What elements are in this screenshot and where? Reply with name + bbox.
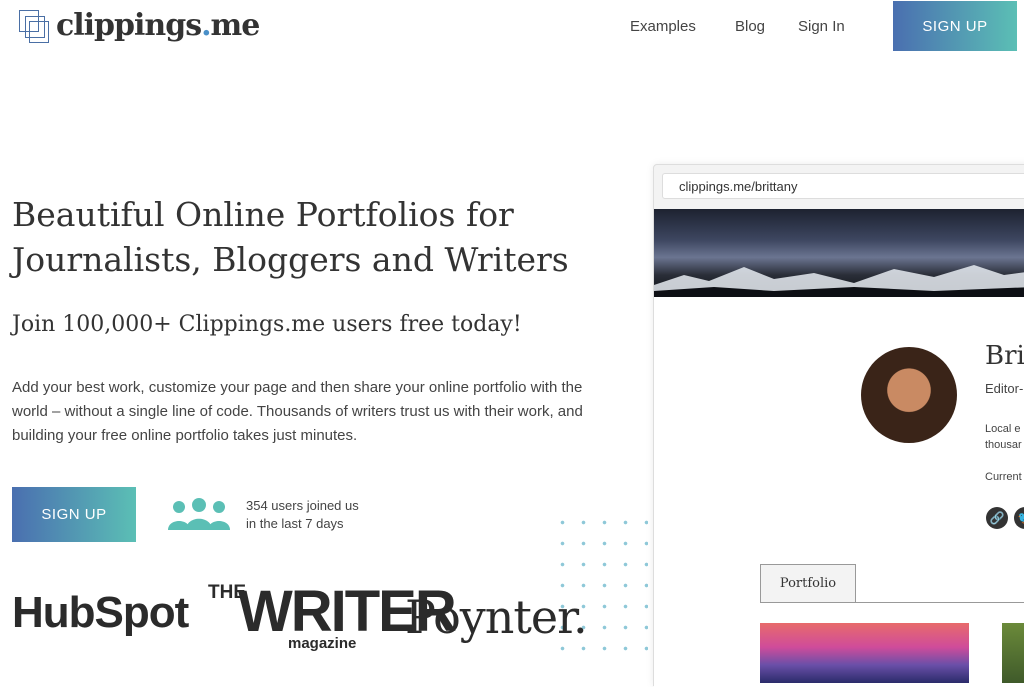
hero-sign-up-button[interactable]: SIGN UP — [12, 487, 136, 542]
portfolio-thumbnail[interactable] — [1002, 623, 1024, 683]
preview-banner-image — [654, 209, 1024, 297]
headline-line-2: Journalists, Bloggers and Writers — [12, 240, 569, 279]
profile-bio-line-2: thousar — [985, 439, 1022, 451]
portfolio-preview-window: clippings.me/brittany Brit Editor- Local… — [653, 164, 1024, 687]
profile-role: Editor- — [985, 381, 1024, 396]
nav-sign-in-link[interactable]: Sign In — [798, 18, 845, 35]
mountain-silhouette — [654, 265, 1024, 297]
header-sign-up-button[interactable]: SIGN UP — [893, 1, 1017, 51]
profile-current: Current — [985, 471, 1022, 483]
portfolio-thumbnail[interactable] — [760, 623, 969, 683]
tab-divider — [760, 602, 1024, 603]
hero-headline: Beautiful Online Portfolios for Journali… — [12, 192, 572, 282]
hero-description: Add your best work, customize your page … — [12, 379, 583, 444]
nav-blog-link[interactable]: Blog — [735, 18, 765, 35]
logo-mark-icon — [18, 9, 49, 43]
users-joined-line-2: in the last 7 days — [246, 516, 344, 531]
twitter-icon[interactable]: 🐦 — [1014, 507, 1024, 529]
link-icon[interactable]: 🔗 — [986, 507, 1008, 529]
profile-avatar — [861, 347, 957, 443]
logo-text: clippings.me — [56, 8, 260, 43]
preview-url-bar: clippings.me/brittany — [662, 173, 1024, 199]
nav-examples-link[interactable]: Examples — [630, 18, 696, 35]
tab-portfolio[interactable]: Portfolio — [760, 564, 856, 602]
profile-social-links: 🔗 🐦 — [986, 507, 1024, 529]
writer-logo-magazine: magazine — [288, 635, 357, 652]
profile-bio-line-1: Local e — [985, 423, 1021, 435]
headline-line-1: Beautiful Online Portfolios for — [12, 195, 514, 234]
profile-name: Brit — [985, 341, 1024, 371]
users-joined-line-1: 354 users joined us — [246, 498, 359, 513]
hero-subhead: Join 100,000+ Clippings.me users free to… — [12, 312, 522, 337]
the-writer-magazine-logo: THE WRITER magazine — [208, 579, 457, 652]
logo[interactable]: clippings.me — [18, 8, 260, 43]
users-joined-text: 354 users joined us in the last 7 days — [246, 497, 359, 533]
poynter-logo: Poynter. — [405, 590, 588, 644]
hubspot-logo: HubSpot — [12, 588, 189, 637]
users-group-icon — [168, 498, 230, 530]
preview-profile-page: Brit Editor- Local e thousar Current 🔗 🐦… — [654, 297, 1024, 687]
